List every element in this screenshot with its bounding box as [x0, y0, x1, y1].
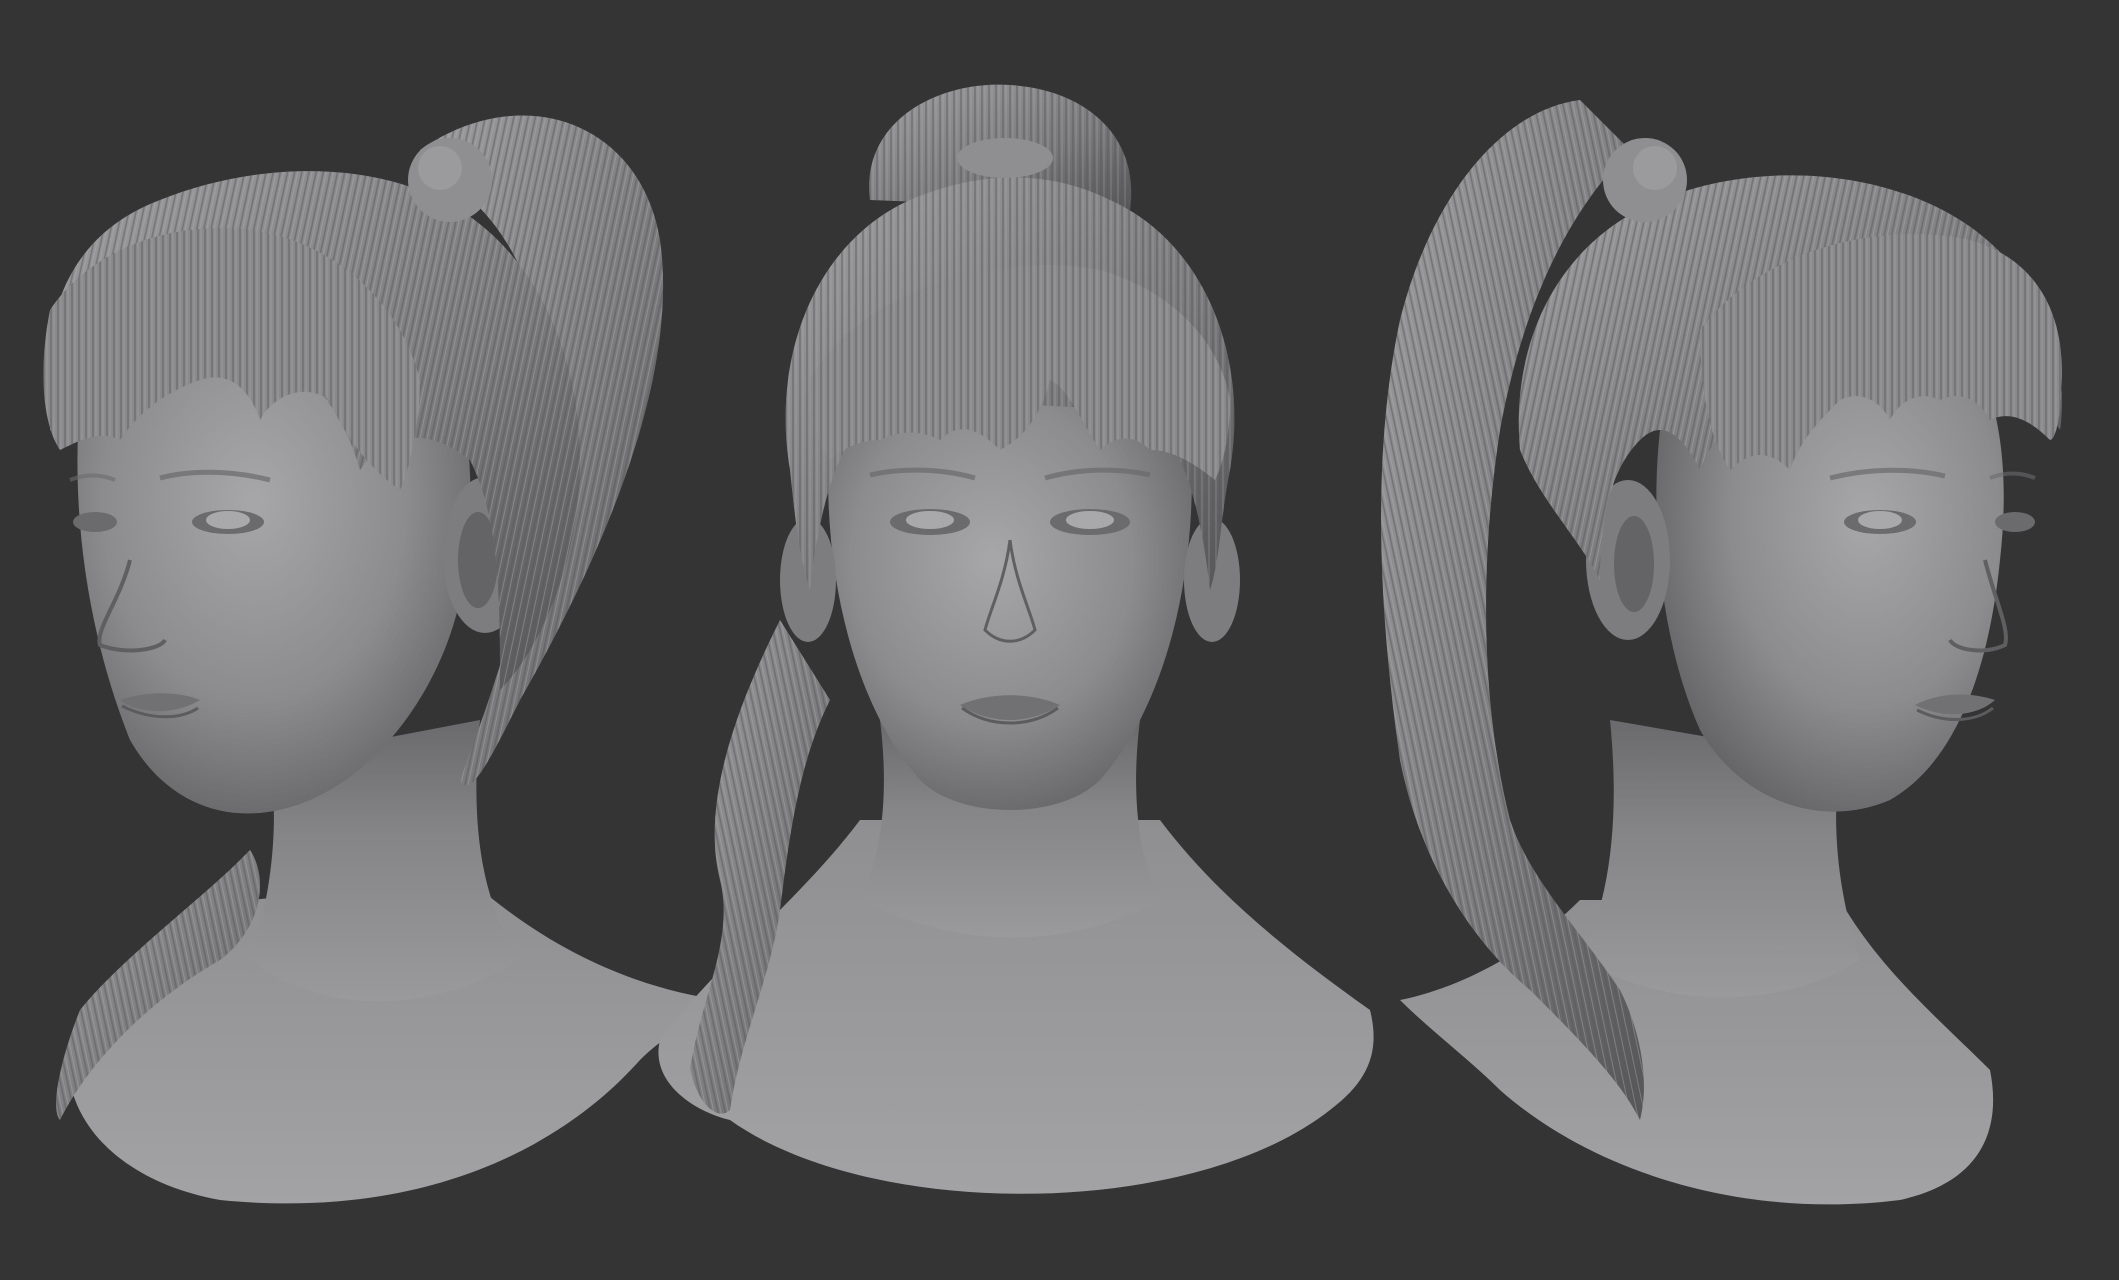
bust-three-quarter-right [1381, 100, 2062, 1205]
render-viewport [0, 0, 2119, 1280]
sculpt-render [43, 84, 2062, 1205]
bust-three-quarter-left [43, 115, 720, 1204]
bust-front [658, 84, 1374, 1194]
